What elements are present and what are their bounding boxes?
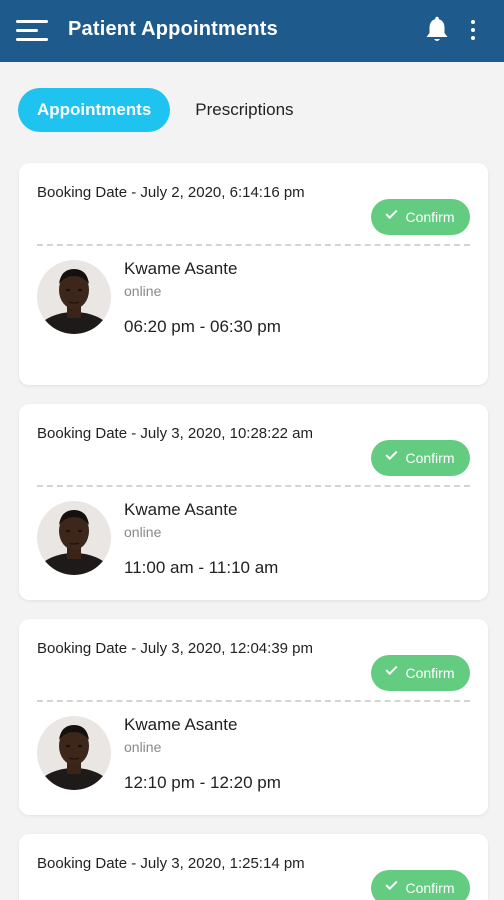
time-slot: 06:20 pm - 06:30 pm	[124, 317, 281, 336]
consultation-mode: online	[124, 739, 162, 755]
time-slot: 12:10 pm - 12:20 pm	[124, 773, 281, 792]
check-icon	[385, 662, 398, 676]
check-icon	[385, 877, 398, 891]
app-bar: Patient Appointments	[0, 0, 504, 62]
dashed-divider	[37, 244, 470, 246]
notification-bell-icon[interactable]	[424, 16, 450, 44]
consultation-mode: online	[124, 283, 162, 299]
booking-date: Booking Date - July 3, 2020, 1:25:14 pm	[37, 855, 305, 872]
dashed-divider	[37, 485, 470, 487]
patient-name: Kwame Asante	[124, 715, 238, 734]
booking-date: Booking Date - July 3, 2020, 12:04:39 pm	[37, 640, 314, 657]
avatar	[37, 501, 111, 575]
appointment-card[interactable]: Booking Date - July 3, 2020, 12:04:39 pm…	[19, 619, 488, 815]
tab-appointments[interactable]: Appointments	[18, 88, 171, 132]
appointment-card[interactable]: Booking Date - July 2, 2020, 6:14:16 pm …	[19, 163, 488, 385]
check-icon	[385, 447, 398, 461]
more-options-icon[interactable]	[464, 16, 482, 44]
tab-prescriptions[interactable]: Prescriptions	[176, 88, 312, 132]
tab-bar: Appointments Prescriptions	[18, 88, 313, 132]
patient-name: Kwame Asante	[124, 259, 238, 278]
avatar	[37, 716, 111, 790]
confirm-button[interactable]: Confirm	[371, 870, 470, 900]
confirm-button[interactable]: Confirm	[371, 655, 470, 691]
time-slot: 11:00 am - 11:10 am	[124, 558, 279, 577]
confirm-button[interactable]: Confirm	[371, 199, 470, 235]
page-title: Patient Appointments	[68, 18, 278, 40]
patient-name: Kwame Asante	[124, 500, 238, 519]
booking-date: Booking Date - July 2, 2020, 6:14:16 pm	[37, 184, 305, 201]
booking-date: Booking Date - July 3, 2020, 10:28:22 am	[37, 425, 314, 442]
appointment-card[interactable]: Booking Date - July 3, 2020, 1:25:14 pm …	[19, 834, 488, 900]
dashed-divider	[37, 700, 470, 702]
avatar	[37, 260, 111, 334]
menu-icon[interactable]	[16, 17, 50, 45]
confirm-button[interactable]: Confirm	[371, 440, 470, 476]
consultation-mode: online	[124, 524, 162, 540]
check-icon	[385, 206, 398, 220]
appointment-card[interactable]: Booking Date - July 3, 2020, 10:28:22 am…	[19, 404, 488, 600]
